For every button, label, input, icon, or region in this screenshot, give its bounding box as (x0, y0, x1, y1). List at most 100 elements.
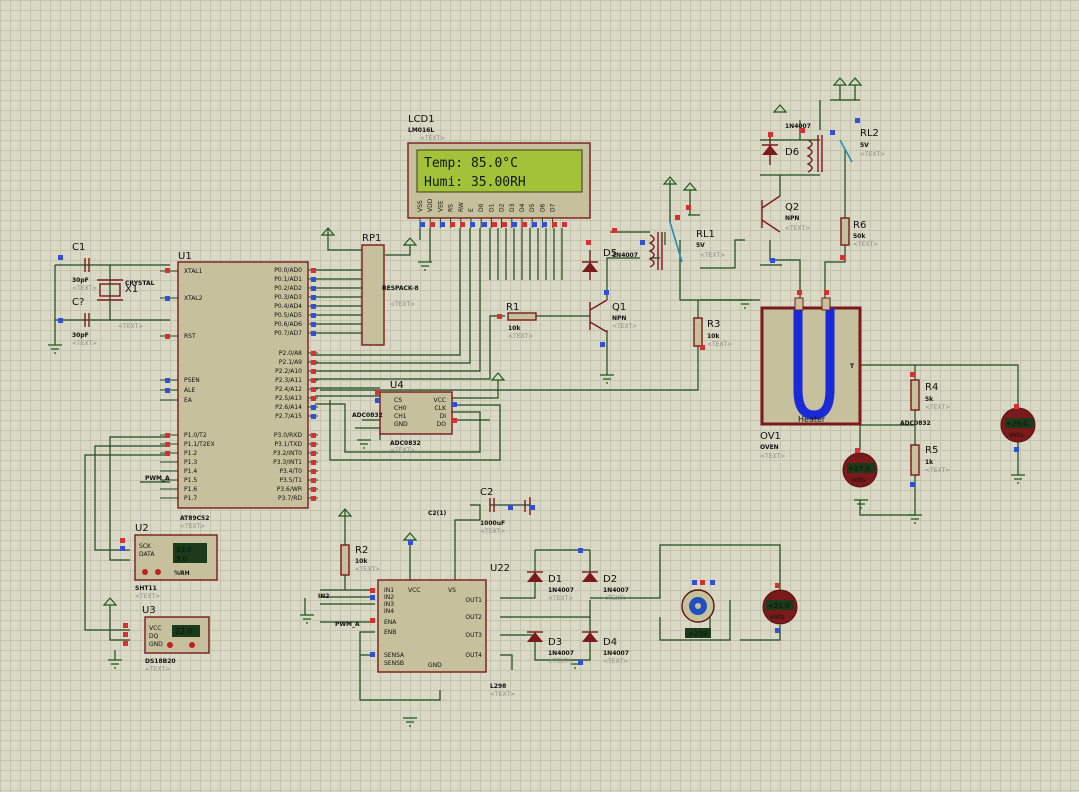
motor-reading: +298 (688, 630, 707, 638)
svg-text:<TEXT>: <TEXT> (390, 447, 415, 454)
l298-vcc: VCC (408, 587, 420, 594)
pin-marker-88 (775, 628, 780, 633)
pin-marker-62 (586, 240, 591, 245)
lcd-pin-9: D3 (509, 203, 516, 212)
diode-d5[interactable]: D5 1N4007 (582, 248, 638, 280)
mcu-right-pin-17: P3.1/TXD (274, 441, 302, 448)
svg-text:<TEXT>: <TEXT> (925, 404, 950, 411)
pin-marker-68 (800, 128, 805, 133)
svg-text:<TEXT>: <TEXT> (760, 453, 785, 460)
pin-marker-57 (123, 641, 128, 646)
sht-ref: U2 (135, 523, 149, 534)
lcd-module[interactable]: Temp: 85.0°C Humi: 35.00RH LCD1 LM016L (407, 114, 591, 219)
adc-pin-1: CH0 (394, 405, 407, 412)
pin-marker-53 (120, 538, 125, 543)
mcu-right-pin-23: P3.7/RD (278, 495, 302, 502)
lcd-line-2: Humi: 35.00RH (424, 175, 526, 190)
voltmeter-oven-t[interactable]: +27.0 Volts (842, 452, 878, 488)
q1-ref: Q1 (612, 302, 626, 313)
adc-pin-0: CS (394, 397, 402, 404)
svg-text:<TEXT>: <TEXT> (603, 658, 628, 665)
oven-ov1[interactable]: Heater T OV1 OVEN (760, 297, 862, 451)
voltmeter-motor[interactable]: +21.0 Volts (762, 589, 798, 625)
d2-ref: D2 (603, 574, 617, 585)
pin-marker-13 (311, 396, 316, 401)
l298-out-pin-2: OUT3 (465, 632, 482, 639)
svg-text:<TEXT>: <TEXT> (390, 301, 415, 308)
sht-temp: 33.0 (176, 546, 192, 554)
mcu-left-pin-4: ALE (184, 387, 195, 394)
l298-driver[interactable]: U22 L298 VCC VS GND (377, 563, 510, 690)
pin-marker-2 (311, 286, 316, 291)
pin-marker-31 (165, 451, 170, 456)
mcu-right-pin-12: P2.4/A12 (275, 386, 302, 393)
mcu-right-pin-14: P2.6/A14 (275, 404, 302, 411)
mcu-left-pin-10: P1.4 (184, 468, 197, 475)
svg-text:<TEXT>: <TEXT> (612, 323, 637, 330)
adc-ref: U4 (390, 380, 404, 391)
c2-value: 1000uF (480, 520, 505, 527)
pin-marker-65 (686, 205, 691, 210)
d6-model: 1N4007 (785, 123, 811, 130)
lcd-pin-4: RW (458, 202, 465, 212)
mcu-model: AT89C52 (180, 515, 209, 522)
svg-text:<TEXT>: <TEXT> (707, 341, 732, 348)
pin-marker-72 (770, 258, 775, 263)
lcd-pin-5: E (468, 208, 475, 212)
q1-type: NPN (612, 315, 626, 322)
r6-ref: R6 (853, 220, 866, 231)
mcu-left-pin-5: EA (184, 397, 193, 404)
c2-probe: C2(1) (428, 510, 446, 517)
pin-marker-81 (530, 505, 535, 510)
d3-model: 1N4007 (548, 650, 574, 657)
l298-left-pin-0: IN1 (384, 587, 394, 594)
r3-ref: R3 (707, 319, 720, 330)
voltmeter-oven[interactable]: +29.4 Volts (1000, 407, 1036, 443)
d3-ref: D3 (548, 637, 562, 648)
sht-pin-data: DATA (139, 551, 155, 558)
lcd-pin-7: D1 (488, 203, 495, 212)
pin-marker-4 (311, 304, 316, 309)
meter1-reading: +21.0 (768, 602, 789, 610)
mcu-right-pin-8: P2.0/A8 (279, 350, 302, 357)
c2x-value: 30pF (72, 332, 89, 339)
capacitor-c2[interactable]: C2 1000uF C2(1) (428, 487, 531, 527)
r2-ref: R2 (355, 545, 368, 556)
r5-ref: R5 (925, 445, 938, 456)
relay-rl1[interactable]: RL1 5V (648, 221, 715, 270)
mcu-left-pin-6: P1.0/T2 (184, 432, 207, 439)
mcu-right-pin-9: P2.1/A9 (279, 359, 302, 366)
ds18b20-sensor[interactable]: 22.0 U3 DS18B20 VCC DQ GND (142, 605, 210, 665)
mcu-left-pin-9: P1.3 (184, 459, 197, 466)
l298-left-pin-7: SENSB (384, 660, 404, 667)
pin-marker-42 (522, 222, 527, 227)
pin-marker-92 (1014, 447, 1019, 452)
mcu-right-pin-1: P0.1/AD1 (274, 276, 302, 283)
lcd-pin-3: RS (448, 204, 455, 212)
pin-marker-78 (370, 652, 375, 657)
pin-marker-83 (578, 660, 583, 665)
mcu-left-pin-13: P1.7 (184, 495, 197, 502)
pin-marker-54 (120, 546, 125, 551)
mcu-right-pin-7: P0.7/AD7 (274, 330, 302, 337)
pin-marker-80 (508, 505, 513, 510)
pin-marker-26 (165, 334, 170, 339)
mcu-right-pin-13: P2.5/A13 (275, 395, 302, 402)
pin-marker-55 (123, 623, 128, 628)
l298-left-pin-3: IN4 (384, 608, 394, 615)
net-adc0832: ADC0832 (900, 420, 931, 427)
relay-rl2[interactable]: RL2 5V (806, 128, 879, 173)
mcu-right-pin-5: P0.5/AD5 (274, 312, 302, 319)
mcu-right-pin-2: P0.2/AD2 (274, 285, 302, 292)
pin-marker-86 (710, 580, 715, 585)
dc-motor[interactable]: +298 (681, 589, 715, 638)
meter2-unit: Volts (851, 477, 865, 484)
mcu-right-pin-19: P3.3/INT1 (273, 459, 302, 466)
ds-pin-dq: DQ (149, 633, 159, 640)
mcu-right-pin-4: P0.4/AD4 (274, 303, 302, 310)
lcd-pin-0: VSS (417, 200, 424, 212)
svg-text:<TEXT>: <TEXT> (180, 523, 205, 530)
sht11-sensor[interactable]: 33.0 9.0 %RH U2 SHT11 SCK DATA (134, 523, 218, 592)
d5-model: 1N4007 (612, 252, 638, 259)
diode-bridge[interactable]: D1 D2 D3 D4 1N4007 1N4007 1N4007 1N4007 (527, 571, 629, 657)
